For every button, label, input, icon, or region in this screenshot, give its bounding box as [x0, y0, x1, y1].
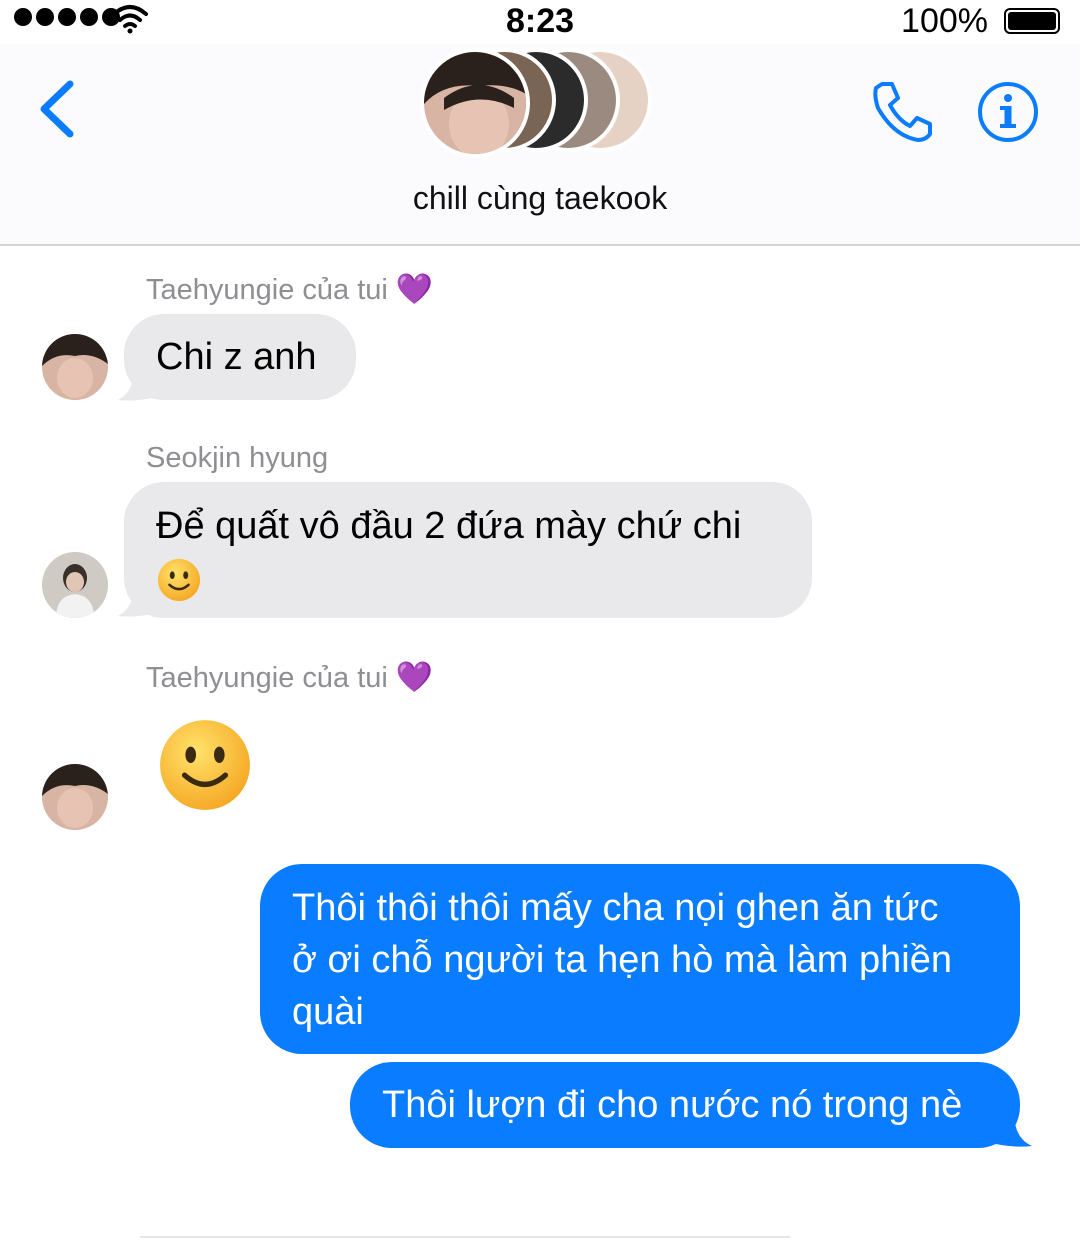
- status-bar: 8:23 100%: [0, 0, 1080, 44]
- slightly-smiling-face-icon: [160, 720, 250, 810]
- sender-name: Taehyungie của tui 💜: [146, 661, 434, 694]
- divider: [140, 1236, 790, 1238]
- avatar[interactable]: [42, 764, 108, 830]
- phone-icon[interactable]: [868, 78, 936, 149]
- message-bubble-outgoing[interactable]: Thôi thôi thôi mấy cha nọi ghen ăn tức ở…: [260, 864, 1020, 1054]
- battery-percent: 100%: [901, 2, 988, 40]
- info-icon[interactable]: [976, 80, 1040, 149]
- large-emoji-message[interactable]: [156, 716, 254, 819]
- chevron-left-icon[interactable]: [36, 80, 76, 143]
- conversation-title[interactable]: chill cùng taekook: [0, 180, 1080, 217]
- member-avatar: [420, 48, 530, 158]
- message-bubble[interactable]: Chi z anh: [124, 314, 356, 400]
- sender-name: Seokjin hyung: [146, 442, 329, 474]
- avatar[interactable]: [42, 334, 108, 400]
- message-bubble-outgoing[interactable]: Thôi lượn đi cho nước nó trong nè: [350, 1062, 1020, 1148]
- purple-heart-icon: 💜: [395, 273, 434, 306]
- slightly-smiling-face-icon: [157, 558, 201, 602]
- sender-name: Taehyungie của tui 💜: [146, 273, 434, 306]
- group-avatar-stack[interactable]: [420, 48, 670, 160]
- message-bubble[interactable]: Để quất vô đầu 2 đứa mày chứ chi: [124, 482, 812, 618]
- battery-icon: [1004, 8, 1060, 34]
- avatar[interactable]: [42, 552, 108, 618]
- purple-heart-icon: 💜: [395, 661, 434, 694]
